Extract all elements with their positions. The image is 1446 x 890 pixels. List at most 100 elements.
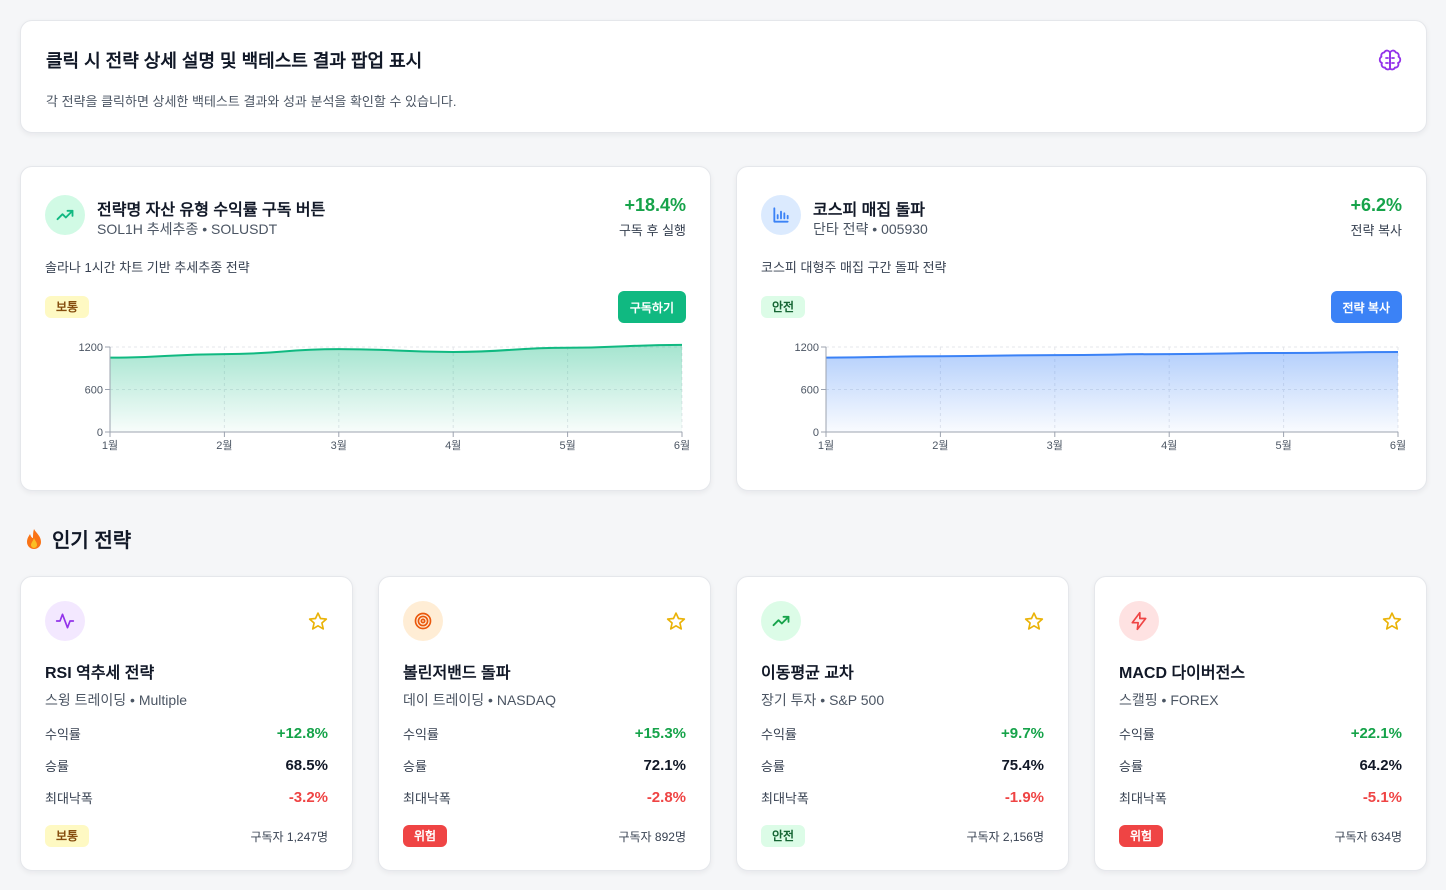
- x-tick-label: 3월: [1047, 439, 1063, 452]
- return-value: +22.1%: [1350, 725, 1402, 742]
- star-icon[interactable]: [308, 611, 328, 631]
- x-tick-label: 5월: [1275, 439, 1291, 452]
- strategy-name: 볼린저밴드 돌파: [403, 665, 511, 682]
- winrate-value: 72.1%: [643, 757, 686, 774]
- mdd-row: 최대낙폭 -2.8%: [403, 788, 686, 807]
- mdd-row: 최대낙폭 -1.9%: [761, 788, 1044, 807]
- return-value: +9.7%: [1001, 725, 1044, 742]
- winrate-label: 승률: [761, 759, 785, 774]
- winrate-value: 75.4%: [1001, 757, 1044, 774]
- mdd-label: 최대낙폭: [761, 791, 809, 806]
- strategy-card-kospi[interactable]: 코스피 매집 돌파 단타 전략 • 005930 +6.2% 전략 복사 코스피…: [736, 166, 1427, 491]
- mdd-row: 최대낙폭 -5.1%: [1119, 788, 1402, 807]
- strategy-subtitle: 장기 투자 • S&P 500: [761, 692, 885, 708]
- mdd-value: -3.2%: [288, 789, 328, 806]
- info-description: 각 전략을 클릭하면 상세한 백테스트 결과와 성과 분석을 확인할 수 있습니…: [46, 94, 457, 109]
- x-tick-label: 2월: [932, 439, 948, 452]
- subscriber-count: 구독자 634명: [1334, 830, 1402, 844]
- star-icon[interactable]: [666, 611, 686, 631]
- return-row: 수익률 +22.1%: [1119, 724, 1402, 743]
- y-tick-label: 0: [813, 427, 819, 439]
- risk-badge: 위험: [403, 825, 448, 847]
- x-tick-label: 5월: [559, 439, 575, 452]
- area-fill: [826, 351, 1398, 432]
- return-label: 수익률: [761, 727, 797, 742]
- mdd-label: 최대낙폭: [45, 791, 93, 806]
- star-icon[interactable]: [1024, 611, 1044, 631]
- winrate-value: 64.2%: [1359, 757, 1402, 774]
- strategy-return: +18.4%: [624, 195, 686, 215]
- fire-icon: [27, 528, 41, 549]
- winrate-row: 승률 72.1%: [403, 756, 686, 775]
- trending-up-icon: [45, 195, 85, 235]
- x-tick-label: 6월: [674, 439, 690, 452]
- popular-card-bollinger[interactable]: 볼린저밴드 돌파 데이 트레이딩 • NASDAQ 수익률 +15.3% 승률 72…: [378, 576, 711, 871]
- popular-card-ma-cross[interactable]: 이동평균 교차 장기 투자 • S&P 500 수익률 +9.7% 승률 75.4%…: [736, 576, 1069, 871]
- return-label: 수익률: [1119, 727, 1155, 742]
- subscriber-count: 구독자 1,247명: [250, 830, 328, 844]
- y-tick-label: 0: [97, 427, 103, 439]
- strategy-name: MACD 다이버전스: [1119, 665, 1246, 682]
- strategy-return-label: 전략 복사: [1350, 223, 1402, 238]
- winrate-row: 승률 64.2%: [1119, 756, 1402, 775]
- y-tick-label: 1200: [795, 342, 819, 354]
- mdd-label: 최대낙폭: [1119, 791, 1167, 806]
- strategy-name: 전략명 자산 유형 수익률 구독 버튼: [97, 202, 326, 219]
- trending-up-icon: [761, 601, 801, 641]
- return-label: 수익률: [45, 727, 81, 742]
- strategy-name: RSI 역추세 전략: [45, 665, 155, 682]
- mdd-value: -1.9%: [1004, 789, 1044, 806]
- activity-icon: [45, 601, 85, 641]
- popular-card-rsi[interactable]: RSI 역추세 전략 스윙 트레이딩 • Multiple 수익률 +12.8% …: [20, 576, 353, 871]
- return-row: 수익률 +9.7%: [761, 724, 1044, 743]
- risk-badge: 보통: [45, 296, 90, 318]
- x-tick-label: 4월: [1161, 439, 1177, 452]
- y-tick-label: 600: [85, 385, 103, 397]
- winrate-label: 승률: [45, 759, 69, 774]
- return-value: +12.8%: [276, 725, 328, 742]
- x-tick-label: 1월: [818, 439, 834, 452]
- info-title: 클릭 시 전략 상세 설명 및 백테스트 결과 팝업 표시: [46, 51, 423, 71]
- strategy-return: +6.2%: [1350, 195, 1402, 215]
- risk-badge: 위험: [1119, 825, 1164, 847]
- risk-badge: 보통: [45, 825, 90, 847]
- winrate-value: 68.5%: [285, 757, 328, 774]
- bar-chart-icon: [761, 195, 801, 235]
- return-row: 수익률 +15.3%: [403, 724, 686, 743]
- brain-icon: [1378, 49, 1402, 71]
- target-icon: [403, 601, 443, 641]
- strategy-card-sol[interactable]: 전략명 자산 유형 수익률 구독 버튼 SOL1H 추세추종 • SOLUSDT…: [20, 166, 711, 491]
- strategy-subtitle: 스윙 트레이딩 • Multiple: [45, 692, 188, 708]
- winrate-row: 승률 75.4%: [761, 756, 1044, 775]
- y-tick-label: 1200: [79, 342, 103, 354]
- x-tick-label: 2월: [216, 439, 232, 452]
- risk-badge: 안전: [761, 825, 806, 847]
- mdd-value: -5.1%: [1362, 789, 1402, 806]
- strategy-name: 이동평균 교차: [761, 665, 854, 682]
- mdd-value: -2.8%: [646, 789, 686, 806]
- strategy-subtitle: SOL1H 추세추종 • SOLUSDT: [97, 221, 278, 237]
- strategy-name: 코스피 매집 돌파: [813, 202, 925, 219]
- return-value: +15.3%: [634, 725, 686, 742]
- winrate-row: 승률 68.5%: [45, 756, 328, 775]
- y-tick-label: 600: [801, 385, 819, 397]
- popular-title: 인기 전략: [52, 530, 132, 552]
- performance-chart: 0 600 1200 1월 2월 3월 4월 5월 6월: [795, 342, 1407, 452]
- subscribe-button[interactable]: 구독하기: [617, 291, 686, 323]
- copy-strategy-button[interactable]: 전략 복사: [1330, 291, 1402, 323]
- popular-card-macd[interactable]: MACD 다이버전스 스캘핑 • FOREX 수익률 +22.1% 승률 64.2%…: [1094, 576, 1427, 871]
- popular-section-header: 인기 전략: [24, 524, 131, 553]
- strategy-description: 솔라나 1시간 차트 기반 추세추종 전략: [45, 260, 250, 275]
- x-tick-label: 3월: [331, 439, 347, 452]
- x-tick-label: 6월: [1390, 439, 1406, 452]
- risk-badge: 안전: [761, 296, 806, 318]
- strategy-return-label: 구독 후 실행: [618, 223, 686, 238]
- winrate-label: 승률: [1119, 759, 1143, 774]
- return-row: 수익률 +12.8%: [45, 724, 328, 743]
- star-icon[interactable]: [1382, 611, 1402, 631]
- mdd-label: 최대낙폭: [403, 791, 451, 806]
- performance-chart: 0 600 1200 1월 2월 3월 4월 5월 6월: [79, 342, 691, 452]
- strategy-subtitle: 데이 트레이딩 • NASDAQ: [403, 692, 556, 708]
- x-tick-label: 4월: [445, 439, 461, 452]
- strategy-subtitle: 단타 전략 • 005930: [813, 221, 928, 237]
